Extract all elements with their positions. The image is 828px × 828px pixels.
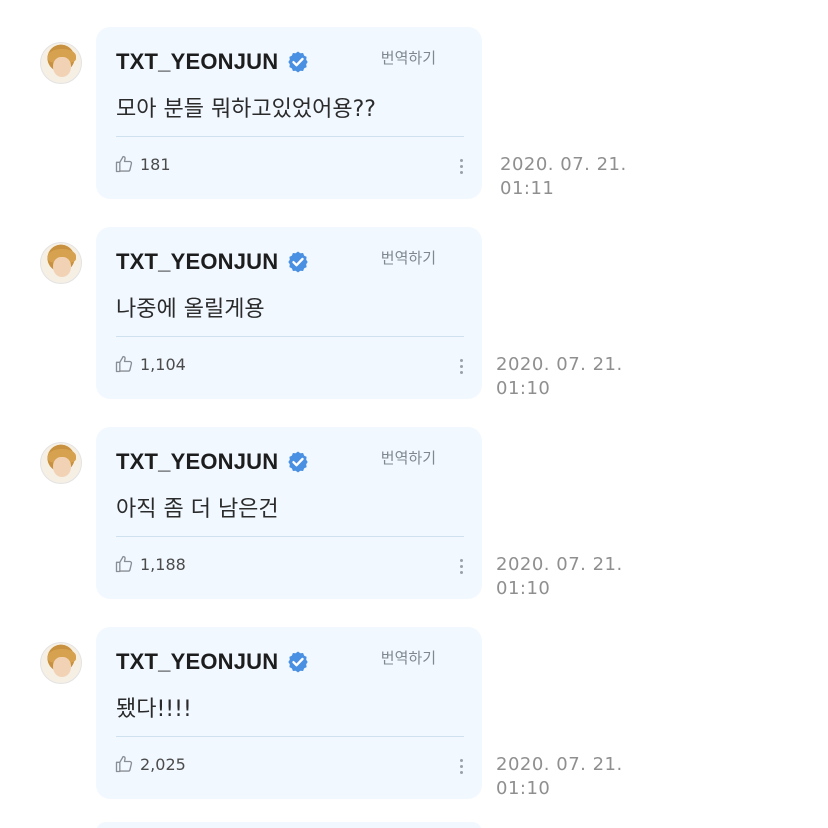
username[interactable]: TXT_YEONJUN bbox=[116, 249, 278, 275]
avatar[interactable] bbox=[40, 42, 82, 84]
post-bubble: TXT_YEONJUN 번역하기 모아 분들 뭐하고있었어용?? 181 bbox=[96, 27, 482, 199]
timestamp: 2020. 07. 21. 01:10 bbox=[496, 753, 623, 801]
username[interactable]: TXT_YEONJUN bbox=[116, 449, 278, 475]
timestamp: 2020. 07. 21. 01:10 bbox=[496, 553, 623, 601]
post-item: TXT_YEONJUN 번역하기 됐다!!!! 2,025 2020. 07. … bbox=[0, 627, 828, 799]
more-options-icon[interactable] bbox=[458, 759, 464, 779]
post-item: TXT_YEONJUN 번역하기 모아 분들 뭐하고있었어용?? 181 202… bbox=[0, 27, 828, 199]
like-button[interactable]: 2,025 bbox=[114, 754, 186, 774]
thumbs-up-icon bbox=[115, 555, 133, 573]
timestamp-date: 2020. 07. 21. bbox=[496, 354, 623, 375]
avatar[interactable] bbox=[40, 242, 82, 284]
post-header: TXT_YEONJUN bbox=[116, 249, 310, 275]
username[interactable]: TXT_YEONJUN bbox=[116, 49, 278, 75]
translate-button[interactable]: 번역하기 bbox=[381, 247, 436, 268]
like-button[interactable]: 1,104 bbox=[114, 354, 186, 374]
post-header: TXT_YEONJUN bbox=[116, 49, 310, 75]
post-bubble: TXT_YEONJUN 번역하기 됐다!!!! 2,025 bbox=[96, 627, 482, 799]
post-header: TXT_YEONJUN bbox=[116, 649, 310, 675]
like-count: 1,188 bbox=[140, 554, 186, 574]
like-count: 2,025 bbox=[140, 754, 186, 774]
post-text: 됐다!!!! bbox=[116, 697, 192, 722]
post-text: 나중에 올릴게용 bbox=[116, 297, 265, 322]
divider bbox=[116, 536, 464, 537]
timestamp-time: 01:11 bbox=[500, 178, 555, 199]
verified-badge-icon bbox=[288, 251, 309, 273]
translate-button[interactable]: 번역하기 bbox=[381, 47, 436, 68]
like-button[interactable]: 1,188 bbox=[114, 554, 186, 574]
username[interactable]: TXT_YEONJUN bbox=[116, 649, 278, 675]
post-item: TXT_YEONJUN 번역하기 나중에 올릴게용 1,104 2020. 07… bbox=[0, 227, 828, 399]
thumbs-up-icon bbox=[115, 355, 133, 373]
more-options-icon[interactable] bbox=[458, 559, 464, 579]
post-item: TXT_YEONJUN 번역하기 아직 좀 더 남은건 1,188 2020. … bbox=[0, 427, 828, 599]
like-count: 1,104 bbox=[140, 354, 186, 374]
thumbs-up-icon bbox=[115, 155, 133, 173]
timestamp: 2020. 07. 21. 01:11 bbox=[500, 153, 627, 201]
verified-badge-icon bbox=[288, 651, 309, 673]
thumbs-up-icon bbox=[115, 755, 133, 773]
timestamp: 2020. 07. 21. 01:10 bbox=[496, 353, 623, 401]
timestamp-time: 01:10 bbox=[496, 778, 551, 799]
like-count: 181 bbox=[140, 154, 171, 174]
avatar[interactable] bbox=[40, 642, 82, 684]
verified-badge-icon bbox=[288, 451, 309, 473]
timestamp-date: 2020. 07. 21. bbox=[500, 154, 627, 175]
verified-badge-icon bbox=[288, 51, 309, 73]
next-post-bubble bbox=[96, 822, 482, 828]
post-text: 모아 분들 뭐하고있었어용?? bbox=[116, 97, 376, 122]
translate-button[interactable]: 번역하기 bbox=[381, 447, 436, 468]
timestamp-time: 01:10 bbox=[496, 378, 551, 399]
avatar[interactable] bbox=[40, 442, 82, 484]
divider bbox=[116, 336, 464, 337]
like-button[interactable]: 181 bbox=[114, 154, 171, 174]
timestamp-date: 2020. 07. 21. bbox=[496, 754, 623, 775]
post-text: 아직 좀 더 남은건 bbox=[116, 497, 279, 522]
more-options-icon[interactable] bbox=[458, 359, 464, 379]
post-bubble: TXT_YEONJUN 번역하기 아직 좀 더 남은건 1,188 bbox=[96, 427, 482, 599]
timestamp-time: 01:10 bbox=[496, 578, 551, 599]
more-options-icon[interactable] bbox=[458, 159, 464, 179]
timestamp-date: 2020. 07. 21. bbox=[496, 554, 623, 575]
post-header: TXT_YEONJUN bbox=[116, 449, 310, 475]
post-feed: TXT_YEONJUN 번역하기 모아 분들 뭐하고있었어용?? 181 202… bbox=[0, 0, 828, 828]
divider bbox=[116, 136, 464, 137]
translate-button[interactable]: 번역하기 bbox=[381, 647, 436, 668]
post-bubble: TXT_YEONJUN 번역하기 나중에 올릴게용 1,104 bbox=[96, 227, 482, 399]
divider bbox=[116, 736, 464, 737]
